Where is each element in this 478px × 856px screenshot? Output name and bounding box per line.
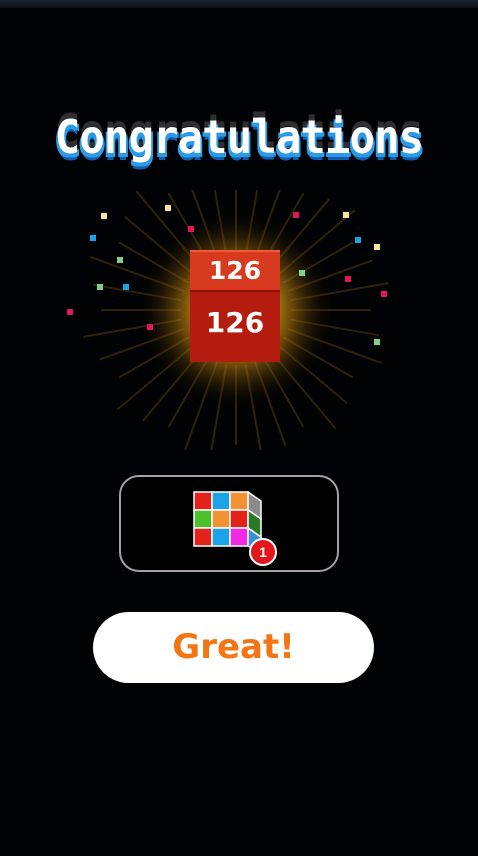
- congratulations-title: Congratulations: [54, 110, 424, 164]
- confetti-piece: [165, 205, 171, 211]
- confetti-piece: [67, 309, 73, 315]
- confetti-piece: [293, 212, 299, 218]
- block-top-value: 126: [208, 256, 262, 285]
- block-front-value: 126: [205, 306, 265, 339]
- confetti-piece: [188, 226, 194, 232]
- great-button[interactable]: Great!: [93, 612, 374, 683]
- top-status-strip: [0, 0, 478, 8]
- confetti-piece: [345, 276, 351, 282]
- confetti-piece: [374, 244, 380, 250]
- confetti-piece: [355, 237, 361, 243]
- confetti-piece: [101, 213, 107, 219]
- block-top-face: 126: [190, 250, 280, 290]
- block-front-face: 126: [190, 290, 280, 362]
- confetti-piece: [90, 235, 96, 241]
- confetti-piece: [374, 339, 380, 345]
- confetti-piece: [147, 324, 153, 330]
- confetti-piece: [117, 257, 123, 263]
- confetti-piece: [123, 284, 129, 290]
- confetti-piece: [97, 284, 103, 290]
- merged-block-126: 126 126: [190, 250, 280, 362]
- confetti-piece: [343, 212, 349, 218]
- reward-count-badge: 1: [249, 538, 277, 566]
- confetti-piece: [299, 270, 305, 276]
- confetti-piece: [381, 291, 387, 297]
